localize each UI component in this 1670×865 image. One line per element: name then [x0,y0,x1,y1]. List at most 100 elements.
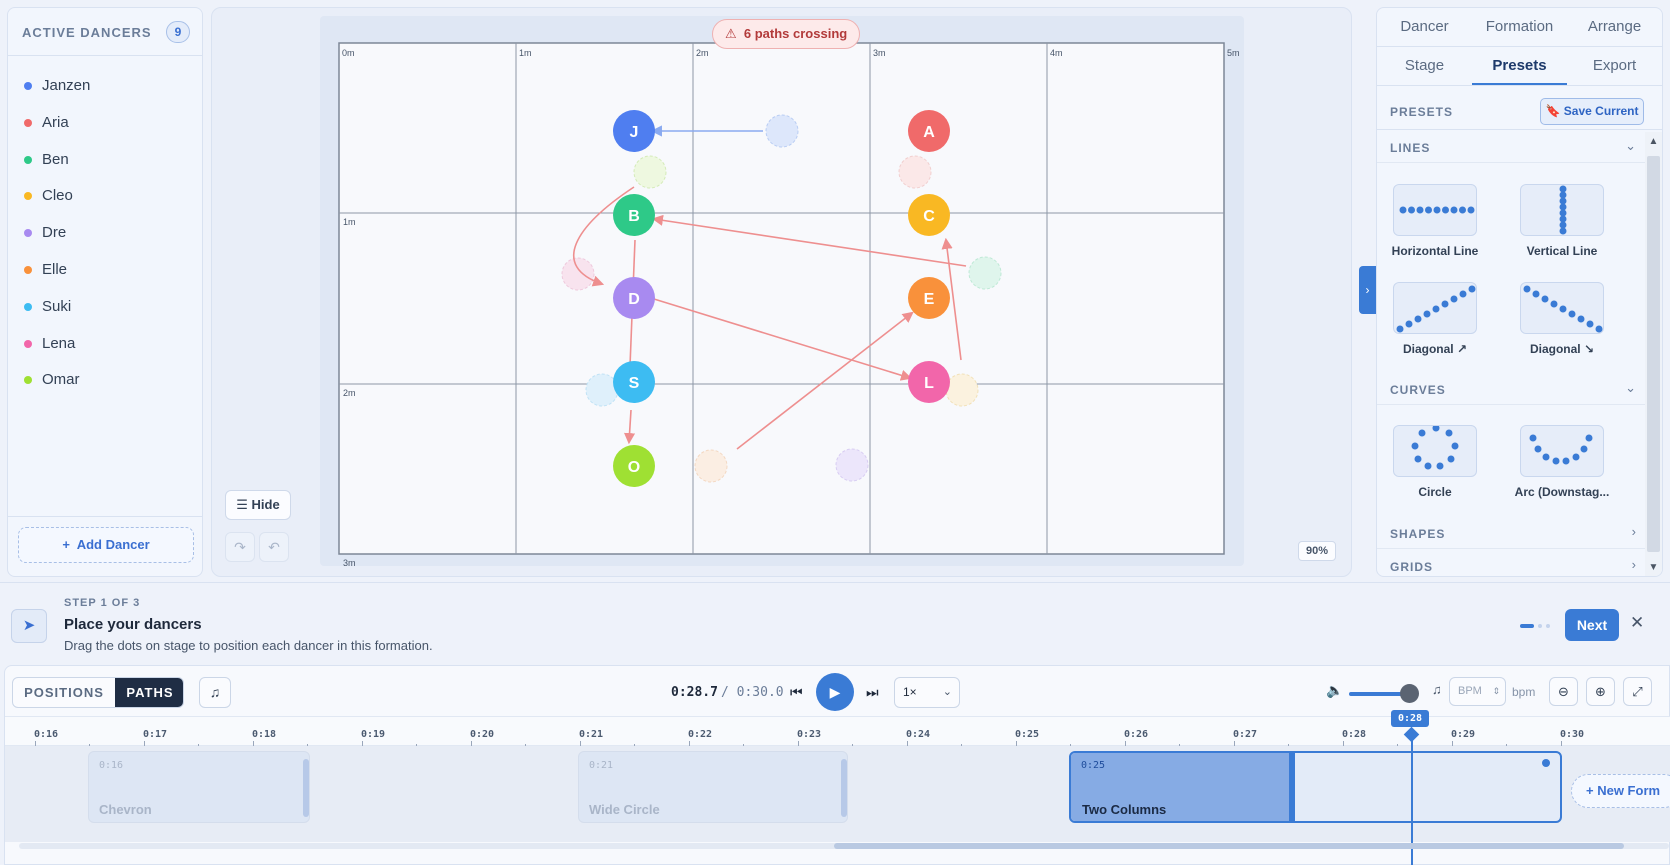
bookmark-icon: 🔖 [1545,104,1561,118]
tab-presets[interactable]: Presets [1472,47,1567,85]
x-label-2: 2m [696,48,709,58]
skip-forward-icon[interactable]: ⏭ [866,684,879,701]
next-button[interactable]: Next [1565,609,1619,641]
dancer-item[interactable]: Lena [8,327,202,361]
dancer-name: Dre [42,224,67,242]
dancer-marker-l[interactable]: L [908,361,950,403]
formation-block[interactable]: 0:16 Chevron [88,751,310,823]
x-label-3: 3m [873,48,886,58]
save-current-button[interactable]: 🔖 Save Current [1540,98,1644,125]
preset-circle[interactable]: Circle [1377,424,1487,505]
bottom-tabs: Stage Presets Export [1377,47,1662,86]
zoom-in-button[interactable]: ⊕ [1586,677,1615,706]
playhead-time-label: 0:28 [1391,710,1429,727]
section-grids-header[interactable]: GRIDS › [1377,550,1646,576]
skip-back-icon[interactable]: ⏮ [790,684,803,701]
stage-grid: 0m 1m 2m 3m 4m 5m 1m 2m 3m J A B C D E S… [338,42,1240,566]
volume-slider[interactable] [1349,692,1407,696]
scroll-down-icon[interactable]: ▼ [1645,562,1662,573]
tab-arrange[interactable]: Arrange [1567,8,1662,46]
resize-handle[interactable] [841,759,847,817]
zoom-in-icon: ⊕ [1595,684,1606,699]
preset-arc[interactable]: Arc (Downstag... [1504,425,1614,505]
diagonal-up-thumbnail [1393,282,1477,334]
tick-label: 0:29 [1451,729,1476,740]
timeline-scrollbar[interactable] [19,843,1669,849]
undo-button[interactable]: ↶ [259,532,289,562]
new-formation-button[interactable]: + New Form [1571,774,1670,808]
dancer-marker-c[interactable]: C [908,194,950,236]
tab-stage[interactable]: Stage [1377,47,1472,85]
dancer-name: Ben [42,150,69,168]
redo-button[interactable]: ↷ [225,532,255,562]
zoom-out-icon: ⊖ [1558,684,1569,699]
tab-dancer[interactable]: Dancer [1377,8,1472,46]
dancer-name: Omar [42,371,80,389]
dancer-marker-b[interactable]: B [613,194,655,236]
preset-circle-label: Circle [1418,485,1452,499]
scroll-up-icon[interactable]: ▲ [1645,136,1662,147]
dancer-item[interactable]: Suki [8,290,202,324]
dancer-name: Lena [42,334,76,352]
scrollbar-thumb[interactable] [1647,156,1660,552]
section-lines-header[interactable]: LINES ⌄ [1377,131,1646,163]
x-label-5: 5m [1227,48,1240,58]
mode-positions-button[interactable]: POSITIONS [13,678,115,707]
dancer-color-dot [24,339,32,348]
resize-handle[interactable] [1289,753,1295,821]
volume-icon[interactable]: 🔈 [1326,682,1343,699]
section-curves-header[interactable]: CURVES ⌄ [1377,373,1646,405]
resize-handle[interactable] [303,759,309,817]
playback-speed-select[interactable]: 1× ⌄ [894,677,960,708]
preset-vertical-line[interactable]: Vertical Line [1504,184,1614,264]
music-button[interactable]: ♫ [199,677,231,708]
dancer-item[interactable]: Elle [8,253,202,287]
stepper-icon[interactable]: ⇕ [1492,678,1500,705]
dancer-item[interactable]: Ben [8,143,202,177]
volume-slider-knob[interactable] [1400,684,1419,703]
tick-label: 0:21 [579,729,604,740]
dancer-item[interactable]: Omar [8,363,202,397]
vertical-dots-icon [1559,185,1567,235]
dancers-header: ACTIVE DANCERS 9 [8,8,202,56]
zoom-out-button[interactable]: ⊖ [1549,677,1578,706]
dancer-marker-e[interactable]: E [908,277,950,319]
section-curves-label: CURVES [1390,383,1446,397]
dancer-item[interactable]: Dre [8,216,202,250]
play-button[interactable]: ▶ [816,673,854,711]
dancer-marker-j[interactable]: J [613,110,655,152]
dancer-item[interactable]: Cleo [8,179,202,213]
x-label-4: 4m [1050,48,1063,58]
properties-panel: Dancer Formation Arrange Stage Presets E… [1376,7,1663,577]
preset-horizontal-line[interactable]: Horizontal Line [1377,184,1487,264]
section-shapes-header[interactable]: SHAPES › [1377,517,1646,549]
panel-collapse-handle[interactable]: › [1359,266,1376,314]
presets-scrollbar[interactable]: ▲ ▼ [1645,132,1662,576]
dancer-color-dot [24,118,32,127]
dancer-marker-o[interactable]: O [613,445,655,487]
dancer-marker-s[interactable]: S [613,361,655,403]
tab-export[interactable]: Export [1567,47,1662,85]
tab-formation[interactable]: Formation [1472,8,1567,46]
formation-block[interactable]: 0:21 Wide Circle [578,751,848,823]
mode-paths-button[interactable]: PATHS [115,678,183,707]
preset-diagonal-down[interactable]: Diagonal ↘ [1504,282,1614,362]
dancer-item[interactable]: Aria [8,106,202,140]
stage-canvas[interactable]: 0m 1m 2m 3m 4m 5m 1m 2m 3m J A B C D E S… [320,16,1244,566]
hide-button[interactable]: ☰ Hide [225,490,291,520]
fullscreen-button[interactable]: ⤢ [1623,677,1652,706]
dancer-item[interactable]: Janzen [8,69,202,103]
dancer-marker-d[interactable]: D [613,277,655,319]
circle-thumbnail [1393,424,1477,477]
guide-progress-indicator [1520,624,1550,628]
scrollbar-thumb[interactable] [834,843,1624,849]
preset-diagonal-up[interactable]: Diagonal ↗ [1377,282,1487,362]
bpm-input[interactable]: BPM ⇕ [1449,677,1506,706]
close-icon[interactable]: ✕ [1630,613,1644,633]
path-crossing-warning[interactable]: ⚠ 6 paths crossing [712,19,861,49]
add-dancer-button[interactable]: + Add Dancer [18,527,194,563]
dancer-marker-a[interactable]: A [908,110,950,152]
circle-dots-icon [1411,424,1459,470]
timeline-panel: POSITIONS PATHS ♫ 0:28.7 / 0:30.0 ⏮ ▶ ⏭ … [4,665,1670,865]
formation-block-active[interactable]: 0:25 Two Columns [1069,751,1562,823]
